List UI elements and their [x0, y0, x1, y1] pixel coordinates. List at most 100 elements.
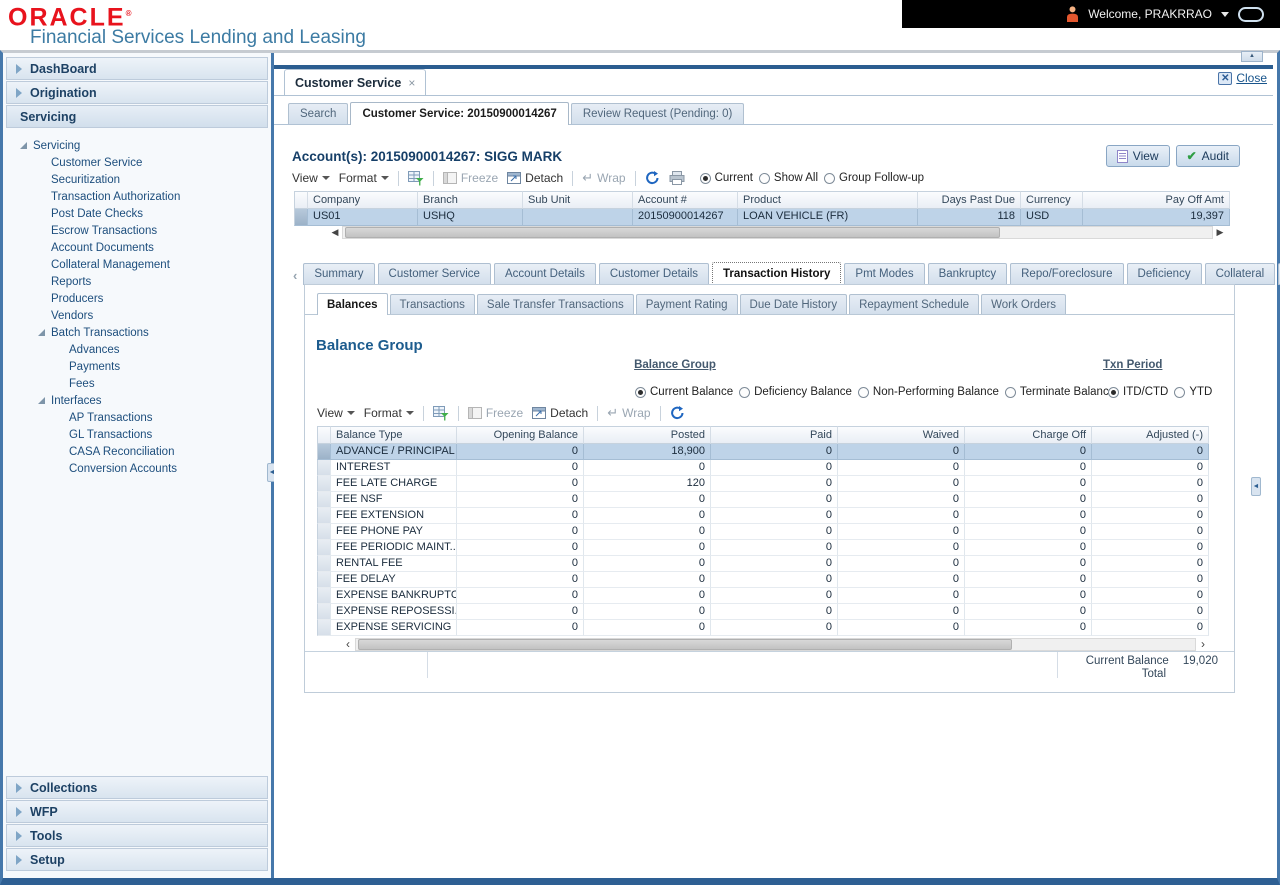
close-window-link[interactable]: ✕ Close: [1218, 71, 1267, 85]
radio-non-performing-balance[interactable]: Non-Performing Balance: [858, 386, 999, 398]
column-header-charge-off[interactable]: Charge Off: [965, 426, 1092, 444]
tab-balances[interactable]: Balances: [317, 293, 388, 315]
tab-repayment-schedule[interactable]: Repayment Schedule: [849, 294, 979, 314]
sidebar-section-setup[interactable]: Setup: [6, 848, 268, 871]
table-row[interactable]: US01USHQ20150900014267LOAN VEHICLE (FR)1…: [294, 209, 1230, 226]
audit-button[interactable]: ✔ Audit: [1176, 145, 1240, 167]
tab-customer-details[interactable]: Customer Details: [599, 263, 709, 285]
collapse-up-button[interactable]: ▲: [1241, 51, 1263, 62]
table-row[interactable]: ADVANCE / PRINCIPAL018,9000000: [317, 444, 1209, 460]
tab-transaction-history[interactable]: Transaction History: [712, 262, 841, 286]
tree-item-casa-reconciliation[interactable]: CASA Reconciliation: [6, 443, 268, 460]
expand-icon[interactable]: [20, 142, 27, 149]
tree-item-fees[interactable]: Fees: [6, 375, 268, 392]
tab-customer-service[interactable]: Customer Service: [378, 263, 491, 285]
row-header[interactable]: [317, 572, 331, 588]
row-header[interactable]: [317, 540, 331, 556]
tab-due-date-history[interactable]: Due Date History: [740, 294, 848, 314]
tree-item-customer-service[interactable]: Customer Service: [6, 154, 268, 171]
table-row[interactable]: FEE PHONE PAY000000: [317, 524, 1209, 540]
tab-summary[interactable]: Summary: [303, 263, 374, 285]
table-row[interactable]: FEE LATE CHARGE01200000: [317, 476, 1209, 492]
tree-item-escrow-transactions[interactable]: Escrow Transactions: [6, 222, 268, 239]
sidebar-section-servicing[interactable]: Servicing: [6, 105, 268, 128]
wrap-button[interactable]: ↵ Wrap: [582, 170, 625, 186]
scrollbar-thumb[interactable]: [345, 227, 1000, 238]
row-header[interactable]: [317, 588, 331, 604]
tab-search[interactable]: Search: [288, 103, 348, 124]
view-button[interactable]: View: [1106, 145, 1170, 167]
tree-item-batch-transactions[interactable]: Batch Transactions: [6, 324, 268, 341]
scroll-right-icon[interactable]: ▶: [1213, 226, 1227, 239]
row-header[interactable]: [317, 460, 331, 476]
tree-item-payments[interactable]: Payments: [6, 358, 268, 375]
column-header-pay-off-amt[interactable]: Pay Off Amt: [1083, 191, 1230, 209]
radio-terminate-balance[interactable]: Terminate Balance: [1005, 386, 1115, 398]
wrap-button[interactable]: ↵ Wrap: [607, 405, 650, 421]
expand-icon[interactable]: [38, 329, 45, 336]
column-header-adjusted[interactable]: Adjusted (-): [1092, 426, 1209, 444]
tab-payment-rating[interactable]: Payment Rating: [636, 294, 738, 314]
view-menu[interactable]: View: [292, 171, 330, 185]
detach-button[interactable]: Detach: [532, 406, 588, 420]
welcome-menu[interactable]: Welcome, PRAKRRAO: [1088, 7, 1212, 21]
expand-icon[interactable]: [38, 397, 45, 404]
row-header[interactable]: [317, 524, 331, 540]
column-header-posted[interactable]: Posted: [584, 426, 711, 444]
tab-repo-foreclosure[interactable]: Repo/Foreclosure: [1010, 263, 1123, 285]
column-header-sub-unit[interactable]: Sub Unit: [523, 191, 633, 209]
row-header[interactable]: [317, 604, 331, 620]
column-header-product[interactable]: Product: [738, 191, 918, 209]
freeze-button[interactable]: Freeze: [443, 171, 498, 185]
tree-item-securitization[interactable]: Securitization: [6, 171, 268, 188]
table-row[interactable]: FEE NSF000000: [317, 492, 1209, 508]
sidebar-section-dashboard[interactable]: DashBoard: [6, 57, 268, 80]
close-icon[interactable]: ✕: [1218, 72, 1232, 85]
tree-item-collateral-management[interactable]: Collateral Management: [6, 256, 268, 273]
tabs-scroll-left-icon[interactable]: ‹: [290, 268, 300, 285]
column-header-branch[interactable]: Branch: [418, 191, 523, 209]
tab-bankruptcy[interactable]: Bankruptcy: [928, 263, 1008, 285]
table-row[interactable]: FEE PERIODIC MAINT...000000: [317, 540, 1209, 556]
tree-item-conversion-accounts[interactable]: Conversion Accounts: [6, 460, 268, 477]
column-header-company[interactable]: Company: [308, 191, 418, 209]
radio-current-balance[interactable]: Current Balance: [635, 386, 733, 398]
row-header[interactable]: [317, 444, 331, 460]
table-row[interactable]: EXPENSE SERVICING000000: [317, 620, 1209, 636]
radio-show-all[interactable]: Show All: [759, 172, 818, 184]
power-icon[interactable]: [1238, 7, 1264, 22]
refresh-icon[interactable]: [670, 406, 685, 420]
view-menu[interactable]: View: [317, 406, 355, 420]
row-header[interactable]: [317, 476, 331, 492]
radio-ytd[interactable]: YTD: [1174, 386, 1212, 398]
refresh-icon[interactable]: [645, 171, 660, 185]
scroll-right-icon[interactable]: ›: [1196, 638, 1210, 651]
print-icon[interactable]: [669, 171, 685, 185]
row-header[interactable]: [317, 492, 331, 508]
tab-account-details[interactable]: Account Details: [494, 263, 596, 285]
freeze-button[interactable]: Freeze: [468, 406, 523, 420]
table-row[interactable]: FEE DELAY000000: [317, 572, 1209, 588]
sidebar-section-wfp[interactable]: WFP: [6, 800, 268, 823]
sidebar-section-origination[interactable]: Origination: [6, 81, 268, 104]
table-row[interactable]: FEE EXTENSION000000: [317, 508, 1209, 524]
column-header-paid[interactable]: Paid: [711, 426, 838, 444]
tree-item-reports[interactable]: Reports: [6, 273, 268, 290]
column-header-balance-type[interactable]: Balance Type: [331, 426, 457, 444]
tab-customer-service-20150900014267[interactable]: Customer Service: 20150900014267: [350, 102, 568, 125]
tab-work-orders[interactable]: Work Orders: [981, 294, 1066, 314]
tab-pmt-modes[interactable]: Pmt Modes: [844, 263, 924, 285]
table-row[interactable]: EXPENSE BANKRUPTCY000000: [317, 588, 1209, 604]
filter-icon[interactable]: [408, 171, 424, 186]
close-tab-icon[interactable]: ×: [408, 76, 415, 90]
row-header[interactable]: [294, 209, 308, 226]
sidebar-section-tools[interactable]: Tools: [6, 824, 268, 847]
row-header[interactable]: [317, 508, 331, 524]
table-row[interactable]: INTEREST000000: [317, 460, 1209, 476]
scroll-left-icon[interactable]: ◀: [328, 226, 342, 239]
radio-group-follow-up[interactable]: Group Follow-up: [824, 172, 924, 184]
tree-item-gl-transactions[interactable]: GL Transactions: [6, 426, 268, 443]
tree-item-post-date-checks[interactable]: Post Date Checks: [6, 205, 268, 222]
column-header-opening-balance[interactable]: Opening Balance: [457, 426, 584, 444]
format-menu[interactable]: Format: [364, 406, 414, 420]
